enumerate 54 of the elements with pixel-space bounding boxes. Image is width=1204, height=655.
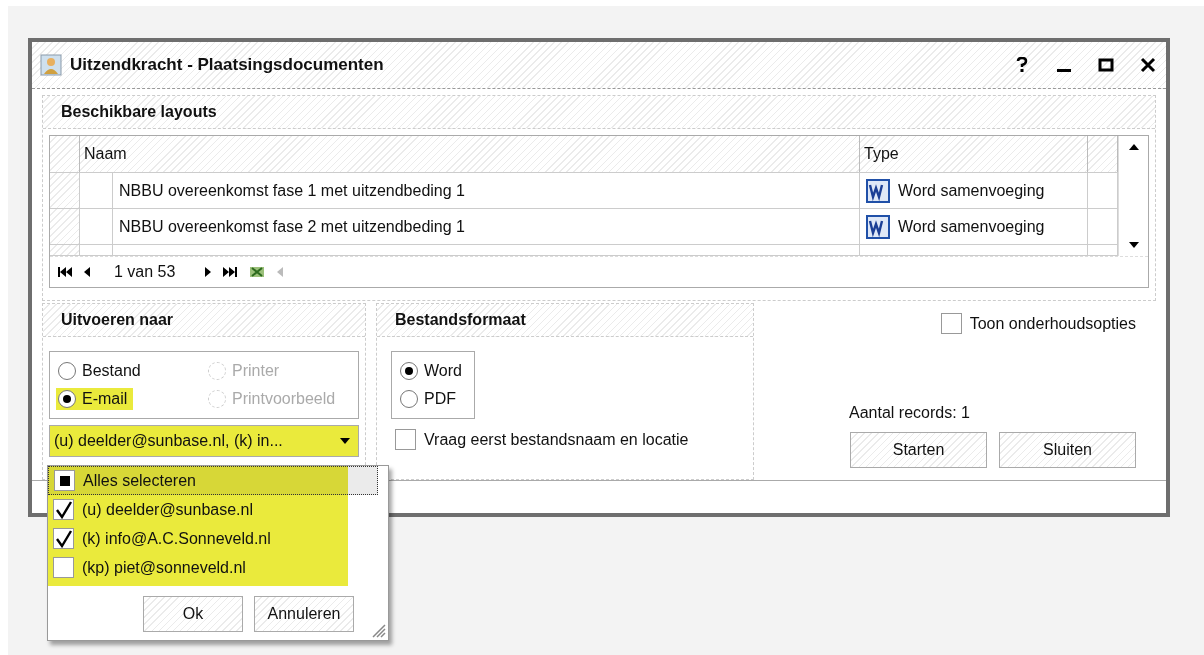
dialog-button[interactable]: Sluiten [999,432,1136,468]
scroll-down-icon[interactable] [1128,242,1139,248]
radio-option[interactable]: PDF [398,388,462,410]
group-title: Uitvoeren naar [61,311,174,329]
column-header[interactable]: Type [860,136,1088,172]
item-label: (k) info@A.C.Sonneveld.nl [82,529,271,548]
row-header-cell[interactable] [50,173,80,208]
column-header[interactable]: Naam [80,136,860,172]
maximize-icon[interactable] [1098,57,1114,73]
word-document-icon [866,178,890,203]
resize-grip-icon[interactable] [372,624,386,638]
window-title: Uitzendkracht - Plaatsingsdocumenten [70,55,385,75]
checkbox-label: Toon onderhoudsopties [969,314,1136,333]
caret-icon [340,438,350,444]
mixed-state-icon [59,475,70,486]
checkbox[interactable] [53,528,74,549]
recipient-item[interactable]: (k) info@A.C.Sonneveld.nl [48,524,348,553]
radio-option[interactable]: Bestand [56,360,147,382]
radio-option[interactable]: Word [398,360,468,382]
item-label: (kp) piet@sonneveld.nl [82,558,246,577]
group-title: Beschikbare layouts [61,103,217,121]
radio-option[interactable]: E-mail [56,388,134,410]
last-page-icon[interactable] [223,267,238,277]
item-label: Alles selecteren [83,471,196,490]
popup-button[interactable]: Ok [143,596,243,632]
export-icon[interactable] [249,265,266,279]
close-icon[interactable] [1140,57,1156,73]
checkbox[interactable] [395,429,416,450]
records-count: Aantal records: 1 [849,404,970,422]
checkbox[interactable] [53,557,74,578]
row-header-cell[interactable] [50,245,80,255]
previous-page-icon[interactable] [84,267,90,277]
page-indicator: 1 van 53 [114,263,176,281]
next-page-icon[interactable] [205,267,212,277]
recipient-item[interactable]: (kp) piet@sonneveld.nl [48,553,348,582]
recipients-dropdown[interactable]: (u) deelder@sunbase.nl, (k) in... [49,425,359,457]
checkbox[interactable] [53,499,74,520]
select-all-item[interactable]: Alles selecteren [48,466,378,495]
word-document-icon [866,214,890,239]
item-label: (u) deelder@sunbase.nl [82,500,253,519]
first-page-icon[interactable] [58,267,72,277]
recipient-item[interactable]: (u) deelder@sunbase.nl [48,495,348,524]
group-title: Bestandsformaat [395,311,526,329]
row-header-cell[interactable] [50,209,80,244]
person-icon [40,54,62,76]
header-filler-cell [1088,136,1118,172]
scroll-up-icon[interactable] [1128,144,1139,150]
checkbox[interactable] [940,313,962,334]
dialog-button[interactable]: Starten [850,432,987,468]
help-icon[interactable] [1014,57,1030,73]
popup-button[interactable]: Annuleren [254,596,354,632]
checkbox[interactable] [54,470,75,491]
row-header-cell [50,136,80,172]
checkbox-label: Vraag eerst bestandsnaam en locatie [424,430,689,449]
